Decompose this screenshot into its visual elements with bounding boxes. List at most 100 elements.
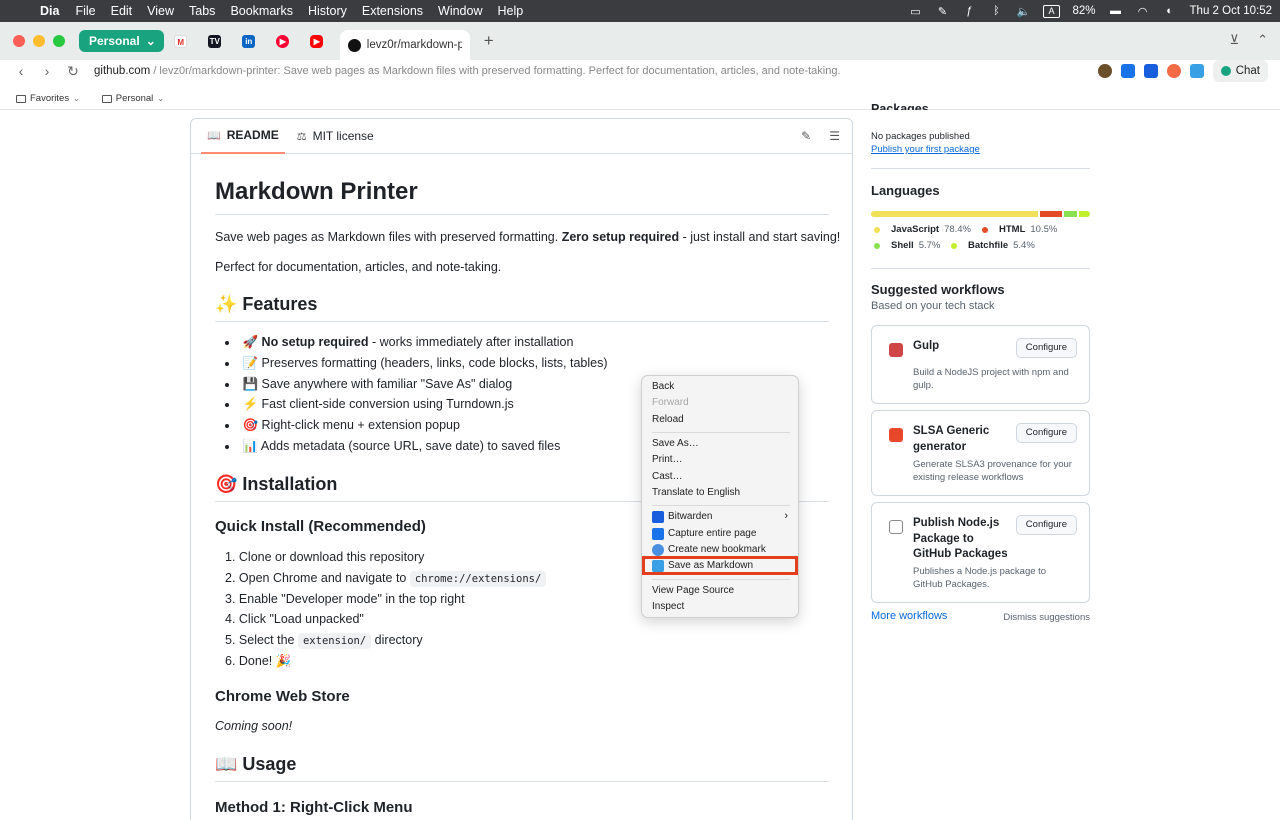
bitwarden-icon[interactable]	[1143, 64, 1158, 78]
menu-help[interactable]: Help	[498, 4, 524, 18]
zoom-window-button[interactable]	[53, 35, 65, 47]
publish-package-link[interactable]: Publish your first package	[871, 144, 980, 155]
workflow-name: Publish Node.js Package to GitHub Packag…	[913, 517, 1008, 560]
markdown-printer-extension-icon[interactable]	[1189, 64, 1204, 78]
context-item-back[interactable]: Back	[652, 380, 674, 394]
context-item-reload[interactable]: Reload	[652, 413, 684, 427]
workflow-name: Gulp	[913, 340, 940, 352]
script-icon[interactable]: ƒ	[962, 5, 976, 17]
context-item-view-source[interactable]: View Page Source	[652, 584, 734, 598]
step-text: Clone or download this repository	[238, 550, 425, 564]
pinned-tab-gmail[interactable]: M	[164, 27, 198, 55]
bookmark-folder-favorites[interactable]: Favorites ⌄	[16, 93, 80, 104]
menu-tabs[interactable]: Tabs	[189, 4, 215, 18]
usage-heading: 📖 Usage	[215, 754, 829, 782]
step-text: Click "Load unpacked"	[238, 612, 364, 627]
workflow-description: Build a NodeJS project with npm and gulp…	[913, 367, 1069, 391]
language-name: Shell	[891, 240, 914, 251]
extension-1-icon[interactable]	[1097, 64, 1112, 78]
sparkle-extension-icon[interactable]	[1166, 64, 1181, 78]
language-shell[interactable]: Shell 5.7%	[874, 240, 940, 251]
menu-bookmarks[interactable]: Bookmarks	[230, 4, 293, 18]
configure-button[interactable]: Configure	[1015, 423, 1077, 443]
downloads-icon[interactable]: ⊻	[1230, 32, 1240, 48]
menu-extensions[interactable]: Extensions	[362, 4, 423, 18]
control-strip-icon[interactable]: ▭	[908, 5, 922, 18]
workflow-name: SLSA Generic generator	[913, 425, 990, 453]
reload-icon[interactable]: ↻	[60, 63, 86, 80]
bookmark-folder-label: Favorites	[30, 93, 70, 104]
forward-icon[interactable]: ›	[34, 63, 60, 79]
sidebar-toggle-icon[interactable]: ⌃	[1257, 32, 1268, 48]
language-html[interactable]: HTML 10.5%	[982, 224, 1057, 235]
language-bar-segment	[1040, 211, 1063, 217]
configure-button[interactable]: Configure	[1015, 338, 1077, 358]
language-batchfile[interactable]: Batchfile 5.4%	[951, 240, 1035, 251]
context-item-save-as[interactable]: Save As…	[652, 437, 699, 451]
tab-readme[interactable]: 📖 README	[201, 119, 285, 154]
dismiss-suggestions-link[interactable]: Dismiss suggestions	[1003, 612, 1090, 623]
menu-app-name[interactable]: Dia	[40, 4, 59, 18]
edit-pencil-icon[interactable]: ✎	[801, 129, 811, 143]
wifi-icon[interactable]: ◠	[1136, 5, 1150, 18]
context-item-capture[interactable]: Capture entire page	[652, 527, 756, 541]
active-tab[interactable]: levz0r/markdown-printer	[339, 30, 470, 60]
context-item-translate[interactable]: Translate to English	[652, 486, 740, 500]
context-menu: Back Forward Reload Save As… Print… Cast…	[641, 375, 799, 618]
context-item-bookmark[interactable]: Create new bookmark	[652, 543, 766, 557]
menu-file[interactable]: File	[75, 4, 95, 18]
pinned-tab-linkedin[interactable]: in	[232, 27, 266, 55]
chat-button[interactable]: Chat	[1212, 60, 1268, 82]
more-workflows-link[interactable]: More workflows	[871, 610, 947, 622]
context-item-bitwarden[interactable]: Bitwarden	[652, 510, 712, 524]
new-tab-button[interactable]: +	[484, 31, 494, 51]
tools-icon[interactable]: ✎	[935, 5, 949, 18]
workflow-card-slsa: SLSA Generic generator Generate SLSA3 pr…	[871, 410, 1090, 496]
suggested-workflows-subtitle: Based on your tech stack	[871, 300, 995, 312]
profile-switcher[interactable]: Personal ⌄	[79, 30, 164, 52]
volume-icon[interactable]: 🔈	[1016, 5, 1031, 18]
context-item-label: Capture entire page	[668, 528, 757, 539]
menu-view[interactable]: View	[147, 4, 174, 18]
control-center-icon[interactable]: ◐	[1163, 5, 1177, 17]
pinned-tab-youtube[interactable]: ▶	[300, 27, 334, 55]
feature-text: Fast client-side conversion using Turndo…	[261, 397, 514, 412]
close-window-button[interactable]	[13, 35, 25, 47]
install-step: Clone or download this repository	[225, 547, 546, 568]
screenshot-extension-icon[interactable]	[1120, 64, 1135, 78]
pinned-tab-tradingview[interactable]: TV	[198, 27, 232, 55]
outline-list-icon[interactable]: ☰	[829, 129, 840, 143]
back-icon[interactable]: ‹	[8, 63, 34, 79]
clock[interactable]: Thu 2 Oct 10:52	[1190, 5, 1272, 17]
tab-license[interactable]: ⚖ MIT license	[291, 119, 380, 154]
pinned-tab-youtube-music[interactable]: ▶	[266, 27, 300, 55]
menu-history[interactable]: History	[308, 4, 347, 18]
input-source-indicator[interactable]: A	[1043, 4, 1060, 18]
url-field[interactable]: github.com / levz0r/markdown-printer: Sa…	[94, 65, 841, 77]
configure-button[interactable]: Configure	[1015, 515, 1077, 535]
linkedin-icon: in	[242, 34, 256, 48]
bluetooth-icon[interactable]: ᛒ	[989, 5, 1003, 17]
youtube-music-icon: ▶	[276, 34, 290, 48]
install-step: Open Chrome and navigate to chrome://ext…	[225, 568, 547, 589]
context-item-print[interactable]: Print…	[652, 453, 683, 467]
bookmark-folder-personal[interactable]: Personal ⌄	[101, 93, 164, 104]
battery-icon[interactable]: ▬	[1109, 5, 1123, 17]
install-step: Enable "Developer mode" in the top right	[225, 589, 546, 610]
minimize-window-button[interactable]	[33, 35, 45, 47]
languages-heading: Languages	[871, 183, 940, 198]
install-steps: Clone or download this repository Open C…	[225, 547, 547, 672]
context-item-cast[interactable]: Cast…	[652, 470, 683, 484]
feature-item: 🎯 Right-click menu + extension popup	[225, 415, 608, 436]
feature-bold: No setup required	[261, 335, 369, 349]
bookmarks-bar: Favorites ⌄ Personal ⌄	[0, 88, 1280, 110]
intro-paragraph: Save web pages as Markdown files with pr…	[215, 230, 840, 244]
language-javascript[interactable]: JavaScript 78.4%	[874, 224, 971, 235]
menu-edit[interactable]: Edit	[111, 4, 133, 18]
language-percent: 10.5%	[1030, 224, 1058, 235]
method1-heading: Method 1: Right-Click Menu	[215, 799, 413, 816]
context-item-inspect[interactable]: Inspect	[652, 600, 684, 614]
packages-heading: Packages	[871, 102, 929, 110]
macos-menu-bar: Dia File Edit View Tabs Bookmarks Histor…	[0, 0, 1280, 22]
menu-window[interactable]: Window	[438, 4, 482, 18]
